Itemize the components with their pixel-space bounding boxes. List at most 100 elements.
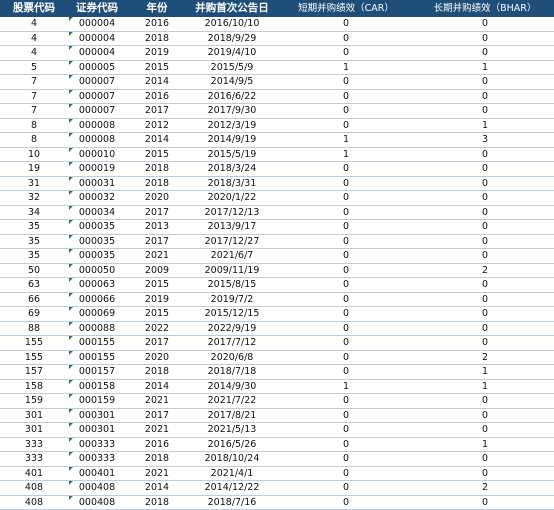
cell-year[interactable]: 2020 [126,351,188,365]
cell-year[interactable]: 2014 [126,133,188,147]
cell-stock-code[interactable]: 50 [0,264,68,278]
cell-year[interactable]: 2014 [126,75,188,89]
cell-announce-date[interactable]: 2018/7/18 [188,365,276,379]
cell-car[interactable]: 0 [276,336,416,350]
cell-car[interactable]: 0 [276,438,416,452]
cell-year[interactable]: 2018 [126,32,188,46]
header-security-code[interactable]: 证券代码 [68,0,126,17]
cell-car[interactable]: 0 [276,467,416,481]
cell-bhar[interactable]: 2 [416,351,554,365]
header-bhar[interactable]: 长期并购绩效（BHAR） [416,0,554,17]
cell-bhar[interactable]: 1 [416,380,554,394]
cell-announce-date[interactable]: 2017/12/13 [188,206,276,220]
cell-bhar[interactable]: 0 [416,46,554,60]
cell-stock-code[interactable]: 63 [0,278,68,292]
cell-bhar[interactable]: 0 [416,32,554,46]
cell-year[interactable]: 2018 [126,365,188,379]
cell-car[interactable]: 0 [276,264,416,278]
cell-year[interactable]: 2017 [126,206,188,220]
cell-year[interactable]: 2018 [126,452,188,466]
cell-year[interactable]: 2009 [126,264,188,278]
cell-stock-code[interactable]: 4 [0,17,68,31]
cell-car[interactable]: 0 [276,322,416,336]
cell-stock-code[interactable]: 8 [0,119,68,133]
cell-stock-code[interactable]: 69 [0,307,68,321]
cell-year[interactable]: 2012 [126,119,188,133]
cell-bhar[interactable]: 0 [416,293,554,307]
cell-bhar[interactable]: 0 [416,452,554,466]
cell-car[interactable]: 0 [276,90,416,104]
cell-stock-code[interactable]: 158 [0,380,68,394]
cell-security-code[interactable]: 000408 [68,481,126,495]
cell-year[interactable]: 2014 [126,481,188,495]
cell-bhar[interactable]: 0 [416,423,554,437]
cell-stock-code[interactable]: 8 [0,133,68,147]
cell-stock-code[interactable]: 32 [0,191,68,205]
cell-bhar[interactable]: 0 [416,17,554,31]
cell-year[interactable]: 2016 [126,438,188,452]
cell-stock-code[interactable]: 35 [0,235,68,249]
cell-car[interactable]: 0 [276,409,416,423]
cell-bhar[interactable]: 1 [416,119,554,133]
header-stock-code[interactable]: 股票代码 [0,0,68,17]
cell-security-code[interactable]: 000035 [68,249,126,263]
cell-announce-date[interactable]: 2013/9/17 [188,220,276,234]
cell-announce-date[interactable]: 2016/5/26 [188,438,276,452]
cell-year[interactable]: 2022 [126,322,188,336]
cell-stock-code[interactable]: 333 [0,452,68,466]
header-car[interactable]: 短期并购绩效（CAR） [276,0,416,17]
cell-car[interactable]: 0 [276,119,416,133]
cell-bhar[interactable]: 0 [416,90,554,104]
cell-security-code[interactable]: 000007 [68,75,126,89]
cell-stock-code[interactable]: 19 [0,162,68,176]
cell-stock-code[interactable]: 333 [0,438,68,452]
cell-security-code[interactable]: 000063 [68,278,126,292]
cell-year[interactable]: 2016 [126,17,188,31]
cell-bhar[interactable]: 2 [416,264,554,278]
cell-year[interactable]: 2021 [126,423,188,437]
cell-year[interactable]: 2021 [126,249,188,263]
cell-announce-date[interactable]: 2014/9/5 [188,75,276,89]
cell-stock-code[interactable]: 35 [0,220,68,234]
cell-year[interactable]: 2017 [126,104,188,118]
cell-car[interactable]: 0 [276,365,416,379]
cell-bhar[interactable]: 0 [416,191,554,205]
cell-announce-date[interactable]: 2015/8/15 [188,278,276,292]
cell-announce-date[interactable]: 2021/4/1 [188,467,276,481]
cell-security-code[interactable]: 000088 [68,322,126,336]
cell-security-code[interactable]: 000004 [68,17,126,31]
cell-security-code[interactable]: 000050 [68,264,126,278]
cell-car[interactable]: 0 [276,423,416,437]
cell-security-code[interactable]: 000005 [68,61,126,75]
cell-car[interactable]: 0 [276,351,416,365]
cell-stock-code[interactable]: 408 [0,481,68,495]
cell-car[interactable]: 1 [276,148,416,162]
cell-security-code[interactable]: 000333 [68,438,126,452]
cell-security-code[interactable]: 000007 [68,104,126,118]
cell-security-code[interactable]: 000008 [68,133,126,147]
cell-security-code[interactable]: 000007 [68,90,126,104]
cell-bhar[interactable]: 0 [416,496,554,510]
cell-bhar[interactable]: 0 [416,206,554,220]
cell-year[interactable]: 2021 [126,467,188,481]
cell-announce-date[interactable]: 2014/9/30 [188,380,276,394]
cell-car[interactable]: 1 [276,61,416,75]
cell-stock-code[interactable]: 301 [0,423,68,437]
cell-bhar[interactable]: 0 [416,467,554,481]
cell-security-code[interactable]: 000301 [68,423,126,437]
cell-announce-date[interactable]: 2016/10/10 [188,17,276,31]
header-year[interactable]: 年份 [126,0,188,17]
cell-car[interactable]: 0 [276,278,416,292]
cell-security-code[interactable]: 000069 [68,307,126,321]
cell-car[interactable]: 0 [276,394,416,408]
cell-announce-date[interactable]: 2014/12/22 [188,481,276,495]
cell-security-code[interactable]: 000301 [68,409,126,423]
cell-stock-code[interactable]: 66 [0,293,68,307]
cell-stock-code[interactable]: 155 [0,351,68,365]
cell-year[interactable]: 2015 [126,148,188,162]
cell-year[interactable]: 2019 [126,293,188,307]
cell-stock-code[interactable]: 34 [0,206,68,220]
cell-car[interactable]: 0 [276,104,416,118]
cell-announce-date[interactable]: 2014/9/19 [188,133,276,147]
cell-security-code[interactable]: 000159 [68,394,126,408]
